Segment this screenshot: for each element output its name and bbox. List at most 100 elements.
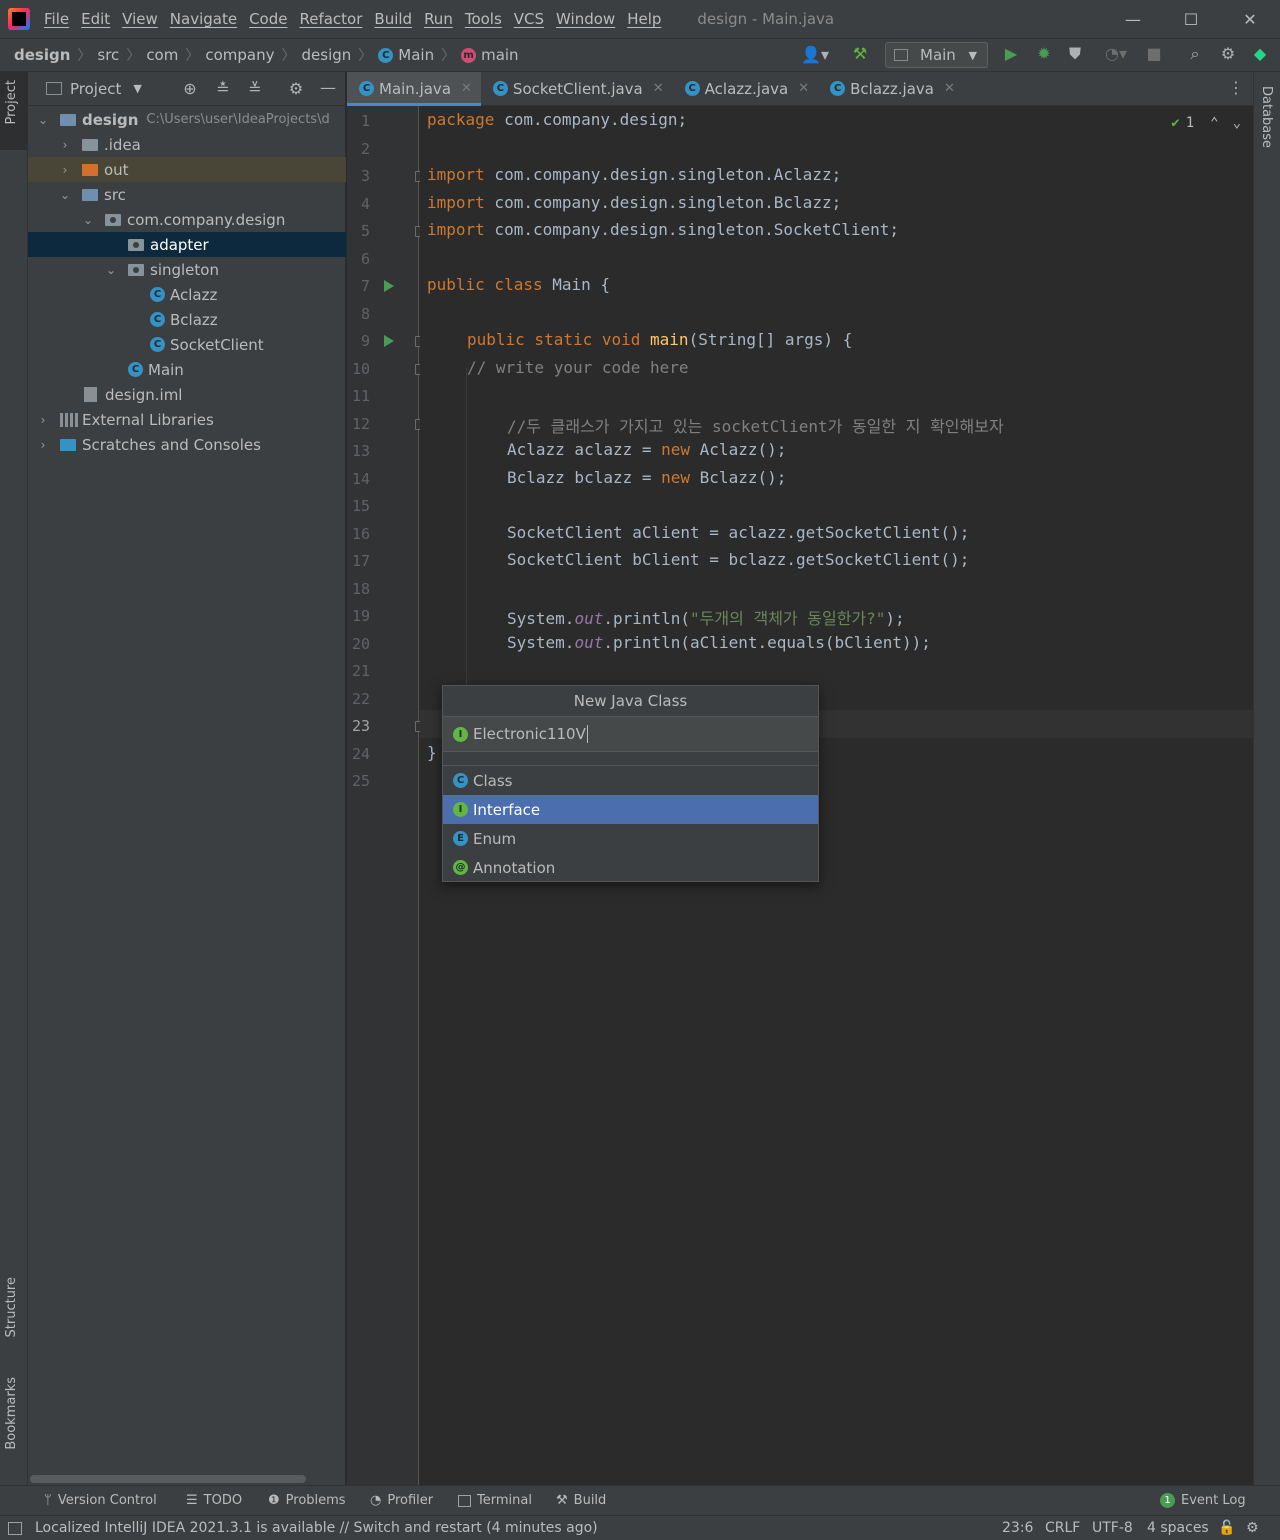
tool-terminal[interactable]: Terminal [458,1493,532,1508]
close-icon[interactable]: ✕ [798,81,809,96]
menu-edit[interactable]: Edit [81,10,110,28]
line-number: 25 [351,772,370,790]
tree-item-bclazz[interactable]: C Bclazz [28,307,346,332]
option-annotation[interactable]: @ Annotation [443,853,818,882]
option-enum[interactable]: E Enum [443,824,818,853]
code-text: .println(aClient.equals(bClient)); [603,633,931,652]
tree-item-external-libraries[interactable]: › External Libraries [28,407,346,432]
tab-project[interactable]: Project [4,80,19,124]
tool-todo[interactable]: ☰ TODO [186,1493,242,1508]
hammer-icon[interactable]: ⚒ [848,44,872,63]
run-icon[interactable]: ▶ [1000,44,1022,63]
breadcrumb-company[interactable]: company [201,46,279,64]
gear-icon[interactable]: ⚙ [1217,44,1239,63]
tab-database[interactable]: Database [1259,86,1274,148]
tree-item-design-iml[interactable]: design.iml [28,382,346,407]
tree-item-src[interactable]: ⌄ src [28,182,346,207]
line-separator[interactable]: CRLF [1045,1520,1080,1536]
menu-code[interactable]: Code [249,10,287,28]
stop-icon[interactable]: ■ [1143,44,1165,63]
tree-item-singleton[interactable]: ⌄ singleton [28,257,346,282]
hide-panel-icon[interactable]: — [318,78,338,97]
tree-item-idea[interactable]: › .idea [28,132,346,157]
project-panel-title[interactable]: Project [70,80,121,98]
tab-bookmarks[interactable]: Bookmarks [4,1377,19,1450]
tab-structure[interactable]: Structure [4,1277,19,1337]
keyword: public class [427,275,543,294]
jetbrains-icon[interactable]: ◆ [1249,44,1271,63]
tool-profiler[interactable]: ◔ Profiler [370,1493,433,1508]
breadcrumb-design-package[interactable]: design [298,46,357,64]
tree-item-scratches[interactable]: › Scratches and Consoles [28,432,346,457]
tab-bclazz-java[interactable]: C Bclazz.java ✕ [818,72,964,106]
close-icon[interactable]: ✕ [653,81,664,96]
run-gutter-icon[interactable] [384,280,394,292]
gear-icon[interactable]: ⚙ [286,79,306,98]
horizontal-scrollbar[interactable] [30,1475,306,1483]
menu-run[interactable]: Run [424,10,453,28]
tool-event-log[interactable]: 1 Event Log [1160,1493,1246,1508]
menu-help[interactable]: Help [627,10,661,28]
chevron-up-icon[interactable]: ⌃ [1210,115,1218,131]
close-icon[interactable]: ✕ [461,81,472,96]
menu-build[interactable]: Build [374,10,412,28]
breadcrumb-main-class[interactable]: C Main [374,46,439,64]
maximize-button[interactable]: ☐ [1162,0,1220,38]
minimize-button[interactable]: — [1104,0,1162,38]
menu-view[interactable]: View [122,10,158,28]
library-icon [60,412,78,427]
tree-root-label: design [82,110,139,129]
notifications-icon[interactable]: ⚙ [1246,1520,1259,1536]
user-icon[interactable]: 👤▾ [797,45,833,64]
collapse-all-icon[interactable]: ≚ [245,79,265,98]
keyword: import [427,193,485,212]
inspection-widget[interactable]: ✔ 1 ⌃ ⌄ [1171,115,1241,131]
tool-problems[interactable]: ❶ Problems [268,1493,346,1508]
tree-item-out[interactable]: › out [28,157,346,182]
tab-main-java[interactable]: C Main.java ✕ [347,71,481,106]
menu-refactor[interactable]: Refactor [299,10,362,28]
search-icon[interactable]: ⌕ [1184,44,1206,64]
run-configuration-select[interactable]: Main ▼ [885,42,988,68]
status-message[interactable]: Localized IntelliJ IDEA 2021.3.1 is avai… [35,1520,598,1536]
breadcrumb-src[interactable]: src [93,46,124,64]
tool-build[interactable]: ⚒ Build [556,1493,606,1508]
tree-item-adapter[interactable]: adapter [28,232,346,257]
tab-socketclient-java[interactable]: C SocketClient.java ✕ [481,72,673,106]
chevron-down-icon[interactable]: ⌄ [1233,115,1241,131]
toggle-tool-windows-icon[interactable] [8,1522,22,1535]
menu-file[interactable]: File [44,10,69,28]
close-window-button[interactable]: ✕ [1221,0,1279,38]
caret-position[interactable]: 23:6 [1002,1520,1033,1536]
tree-item-socketclient[interactable]: C SocketClient [28,332,346,357]
tree-item-com-company-design[interactable]: ⌄ com.company.design [28,207,346,232]
indent-setting[interactable]: 4 spaces [1147,1520,1209,1536]
expand-all-icon[interactable]: ≛ [213,79,233,98]
chevron-down-icon[interactable]: ▼ [133,82,141,95]
tree-item-main[interactable]: C Main [28,357,346,382]
breadcrumb-main-method[interactable]: m main [457,46,523,64]
menu-tools[interactable]: Tools [465,10,502,28]
locate-icon[interactable]: ⊕ [180,79,200,98]
tool-version-control[interactable]: ᛘ Version Control [44,1493,157,1508]
tab-aclazz-java[interactable]: C Aclazz.java ✕ [673,72,818,106]
lock-icon[interactable]: 🔓 [1218,1520,1235,1536]
menu-vcs[interactable]: VCS [514,10,544,28]
debug-icon[interactable]: ✹ [1033,44,1055,63]
more-tabs-icon[interactable]: ⋮ [1227,78,1245,97]
menu-navigate[interactable]: Navigate [170,10,237,28]
option-class[interactable]: C Class [443,766,818,795]
option-interface[interactable]: I Interface [443,795,818,824]
breadcrumb-design[interactable]: design [10,46,75,64]
close-icon[interactable]: ✕ [944,81,955,96]
breadcrumb-com[interactable]: com [142,46,183,64]
menu-window[interactable]: Window [556,10,615,28]
coverage-icon[interactable]: ⛊ [1064,44,1086,64]
class-name-input[interactable]: I Electronic110V [443,717,818,752]
tree-root-design[interactable]: ⌄ design C:\Users\user\IdeaProjects\d [28,107,346,132]
run-gutter-icon[interactable] [384,335,394,347]
code-text: Bclazz bclazz = [507,468,662,487]
tree-item-aclazz[interactable]: C Aclazz [28,282,346,307]
profile-icon[interactable]: ◔▾ [1096,44,1136,63]
file-encoding[interactable]: UTF-8 [1092,1520,1133,1536]
